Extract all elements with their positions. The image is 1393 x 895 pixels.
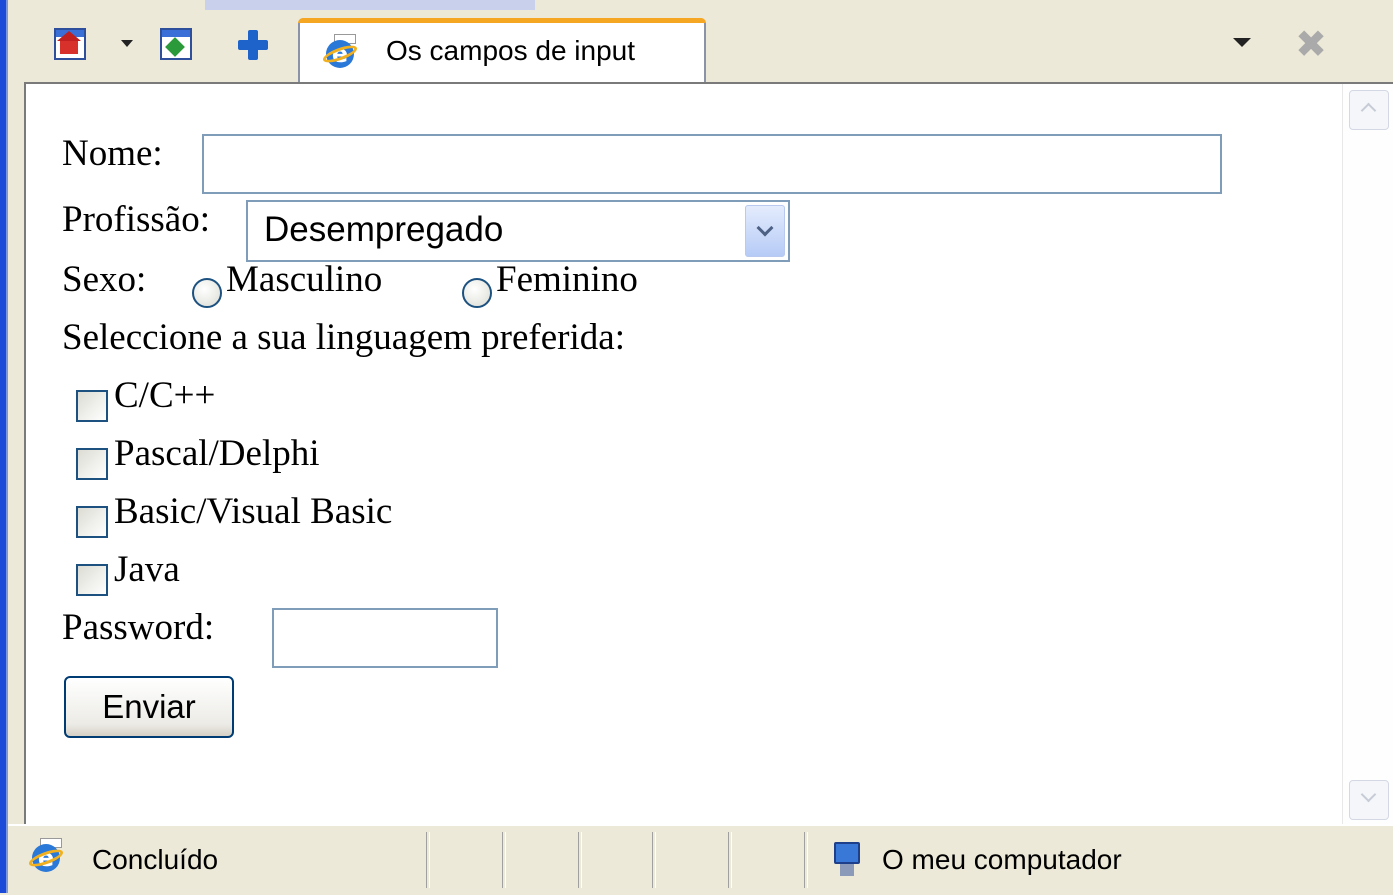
status-separator	[728, 832, 732, 888]
home-dropdown-icon[interactable]	[121, 40, 133, 47]
vertical-scrollbar[interactable]	[1342, 84, 1393, 824]
nome-label: Nome:	[62, 133, 163, 174]
checkbox-basic-visual-basic[interactable]	[76, 506, 108, 538]
tab-title: Os campos de input	[386, 35, 636, 66]
profissao-selected-value: Desempregado	[264, 210, 504, 249]
radio-feminino[interactable]	[462, 278, 492, 308]
enviar-button[interactable]: Enviar	[64, 676, 234, 738]
profissao-select[interactable]: Desempregado	[246, 200, 790, 262]
radio-masculino[interactable]	[192, 278, 222, 308]
checkbox-pascal-delphi[interactable]	[76, 448, 108, 480]
password-input[interactable]	[272, 608, 498, 668]
security-zone-text: O meu computador	[882, 844, 1122, 875]
radio-feminino-label: Feminino	[496, 259, 638, 300]
status-separator	[578, 832, 582, 888]
password-label: Password:	[62, 607, 215, 648]
checkbox-c-cpp-label: C/C++	[114, 375, 216, 416]
checkbox-java[interactable]	[76, 564, 108, 596]
tab-list-dropdown-icon[interactable]	[1233, 38, 1251, 47]
sexo-label: Sexo:	[62, 259, 147, 300]
status-separator	[652, 832, 656, 888]
scroll-down-button[interactable]	[1349, 780, 1389, 820]
checkbox-basic-visual-basic-label: Basic/Visual Basic	[114, 491, 393, 532]
checkbox-java-label: Java	[114, 549, 180, 590]
linguagem-prompt: Seleccione a sua linguagem preferida:	[62, 317, 625, 358]
status-separator	[426, 832, 430, 888]
tab-toolbar: e Os campos de input ✖	[8, 10, 1393, 82]
ie-page-icon: e	[27, 838, 65, 876]
window-frame-left	[0, 0, 8, 893]
close-tab-icon[interactable]: ✖	[1293, 25, 1329, 63]
status-separator	[502, 832, 506, 888]
computer-zone-icon	[834, 842, 864, 878]
profissao-label: Profissão:	[62, 199, 210, 240]
scroll-up-button[interactable]	[1349, 90, 1389, 130]
chevron-down-icon[interactable]	[745, 205, 785, 257]
page-content: Nome: Profissão: Desempregado Sexo: Masc…	[24, 82, 1393, 824]
feeds-icon[interactable]	[160, 28, 194, 62]
status-bar: e Concluído O meu computador	[8, 824, 1393, 895]
checkbox-c-cpp[interactable]	[76, 390, 108, 422]
nome-input[interactable]	[202, 134, 1222, 194]
home-icon[interactable]	[54, 28, 88, 62]
radio-masculino-label: Masculino	[226, 259, 383, 300]
browser-tab[interactable]: e Os campos de input	[298, 18, 706, 82]
status-text: Concluído	[92, 844, 219, 875]
checkbox-pascal-delphi-label: Pascal/Delphi	[114, 433, 320, 474]
status-separator	[804, 832, 808, 888]
add-favorite-icon[interactable]	[236, 28, 270, 62]
ie-page-icon: e	[321, 34, 359, 72]
